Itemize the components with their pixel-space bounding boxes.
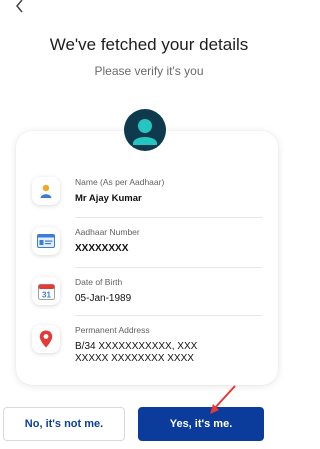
address-line-2: XXXXX XXXXXXXX XXXX — [75, 353, 194, 364]
id-card-icon-box — [32, 227, 60, 255]
details-card: Name (As per Aadhaar) Mr Ajay Kumar Aadh… — [16, 131, 278, 385]
id-card-icon — [37, 234, 55, 248]
address-line-1: B/34 XXXXXXXXXXX, XXX — [75, 341, 198, 352]
annotation-arrow-icon — [210, 385, 236, 414]
divider — [75, 315, 262, 316]
detail-row-name: Name (As per Aadhaar) Mr Ajay Kumar — [32, 177, 278, 213]
not-me-button[interactable]: No, it's not me. — [3, 407, 125, 441]
user-icon-box — [32, 177, 60, 205]
user-icon — [40, 184, 52, 198]
page-title: We've fetched your details — [49, 35, 249, 54]
detail-row-address: Permanent Address B/34 XXXXXXXXXXX, XXX … — [32, 325, 278, 369]
calendar-icon-box: 31 — [32, 277, 60, 305]
name-value: Mr Ajay Kumar — [75, 193, 142, 204]
dob-value: 05-Jan-1989 — [75, 293, 132, 304]
detail-row-dob: 31 Date of Birth 05-Jan-1989 — [32, 277, 278, 311]
divider — [75, 217, 262, 218]
yes-its-me-button[interactable]: Yes, it's me. — [138, 407, 264, 441]
back-arrow-icon[interactable] — [12, 0, 28, 14]
calendar-day: 31 — [42, 290, 51, 299]
address-label: Permanent Address — [75, 325, 150, 335]
location-pin-icon — [39, 330, 53, 348]
location-pin-icon-box — [32, 325, 60, 353]
page-subtitle: Please verify it's you — [94, 64, 204, 78]
calendar-icon: 31 — [37, 283, 55, 300]
divider — [75, 267, 262, 268]
name-label: Name (As per Aadhaar) — [75, 177, 165, 187]
avatar-icon — [124, 109, 166, 151]
aadhaar-label: Aadhaar Number — [75, 227, 140, 237]
dob-label: Date of Birth — [75, 277, 123, 287]
aadhaar-value: XXXXXXXX — [75, 243, 129, 254]
detail-row-aadhaar: Aadhaar Number XXXXXXXX — [32, 227, 278, 261]
